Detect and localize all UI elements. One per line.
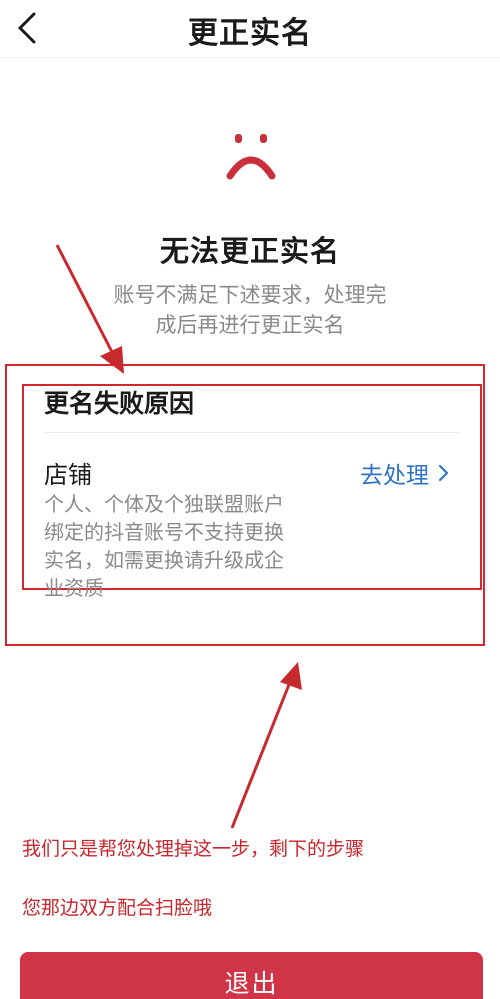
reason-item-desc-line4: 业资质: [44, 576, 104, 600]
chevron-right-icon: [438, 464, 449, 482]
reason-divider: [44, 432, 460, 433]
reason-item-desc-line1: 个人、个体及个独联盟账户: [44, 492, 284, 516]
reason-item-desc-line2: 绑定的抖音账号不支持更换: [44, 520, 284, 544]
status-description-line1: 账号不满足下述要求，处理完: [113, 283, 387, 307]
exit-button[interactable]: 退出: [20, 952, 483, 999]
sad-face-icon: [226, 134, 276, 180]
reason-item-name: 店铺: [44, 461, 92, 489]
reason-card-title: 更名失败原因: [44, 389, 195, 418]
status-description-line2: 成后再进行更正实名: [155, 313, 345, 337]
go-handle-label: 去处理: [360, 463, 429, 489]
go-handle-button[interactable]: 去处理: [360, 456, 449, 490]
annotation-note-line1: 我们只是帮您处理掉这一步，剩下的步骤: [22, 838, 365, 860]
exit-button-label: 退出: [224, 969, 279, 998]
status-title: 无法更正实名: [159, 234, 340, 268]
page: 更正实名 无法更正实名 账号不满足下述要求，处理完 成后再进行更正实名 更名失败…: [0, 0, 500, 999]
page-title: 更正实名: [188, 16, 312, 51]
annotation-arrow-up: [230, 662, 302, 829]
nav-header: 更正实名: [0, 0, 500, 58]
reason-item-desc-line3: 实名，如需更换请升级成企: [44, 548, 284, 572]
annotation-note-line2: 您那边双方配合扫脸哦: [22, 897, 213, 919]
